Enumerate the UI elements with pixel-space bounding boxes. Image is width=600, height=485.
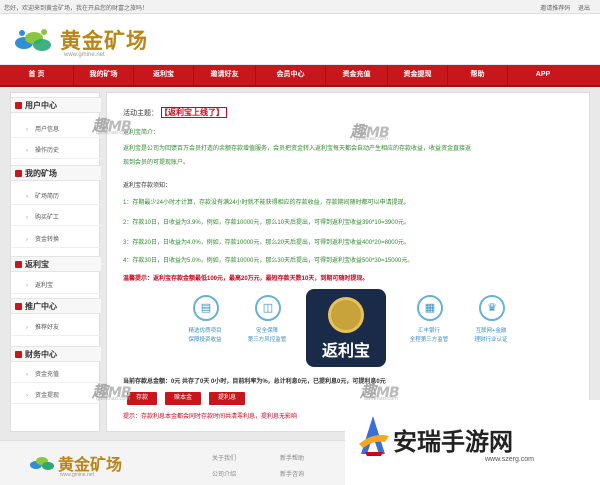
rule-3: 3：存款20日，日收益为4.0%，例如，存款10000元，那么20天后提出，可得…: [123, 240, 410, 246]
logo-url: www.gmine.net: [64, 52, 105, 58]
logo-mark-icon: [15, 29, 51, 51]
rebate-app-icon: 返利宝: [306, 289, 386, 367]
nav-rebate[interactable]: 返利宝: [134, 65, 194, 85]
withdraw-interest-button[interactable]: 提利息: [209, 392, 245, 405]
rule-1: 1：存期最少24小时才计算，存款没有满24小时就不能获得相应的存款收益，存款期间…: [123, 200, 410, 206]
footer-logo: 黄金矿场 www.gmine.net: [28, 449, 148, 481]
top-bar: 您好，欢迎来到黄金矿场，我在开启您的财富之旅吗！ 邀请推荐码 退出: [0, 0, 600, 14]
top-links: 邀请推荐码 退出: [534, 3, 590, 12]
sidebar-section-finance[interactable]: 财务中心: [11, 346, 101, 362]
nav-my-mine[interactable]: 我的矿场: [74, 65, 134, 85]
document-icon: ▤: [193, 295, 219, 321]
sidebar-item-rebate[interactable]: › 返利宝: [11, 279, 101, 294]
logo-name: 黄金矿场: [60, 29, 148, 53]
nav-withdraw[interactable]: 资金提现: [388, 65, 448, 85]
watermark: 趣MB qunehao.com: [92, 116, 132, 136]
sidebar-section-user-center[interactable]: 用户中心: [11, 97, 101, 113]
sidebar: 用户中心 › 用户信息 › 操作历史 我的矿场 › 矿场简历 › 购买矿工 › 资金转换 …: [10, 92, 101, 432]
vr-icon: ◫: [255, 295, 281, 321]
sidebar-item-recommend[interactable]: › 推荐好友: [11, 321, 101, 336]
intro-line-1: 返利宝是公司为回馈百万会员打造的余额存款增值服务，会员把资金转入返利宝每天都会自…: [123, 146, 472, 152]
sidebar-item-buy-miner[interactable]: › 购买矿工: [11, 211, 101, 226]
nav-member-center[interactable]: 会员中心: [256, 65, 326, 85]
rule-4: 4：存款30日，日收益为5.0%，例如，存款10000元，那么30天后提出，可得…: [123, 258, 414, 264]
watermark: 趣MB qunehao.com: [360, 382, 400, 402]
sidebar-item-history[interactable]: › 操作历史: [11, 144, 101, 159]
nav-deposit[interactable]: 资金充值: [326, 65, 388, 85]
topic-highlight: 【返利宝上线了】: [161, 107, 227, 118]
section-bullet-icon: [15, 170, 22, 177]
site-logo[interactable]: 黄金矿场 www.gmine.net: [12, 22, 172, 62]
header: 黄金矿场 www.gmine.net: [0, 14, 600, 64]
sidebar-section-my-mine[interactable]: 我的矿场: [11, 165, 101, 181]
logout-link[interactable]: 退出: [578, 6, 590, 12]
rule-2: 2：存款10日，日收益为3.9%，例如，存款10000元，那么10天后提出，可得…: [123, 220, 410, 226]
sidebar-item-deposit[interactable]: › 资金充值: [11, 368, 101, 383]
bottom-note: 提示：存款利息本金都会同时存款时间共清零利息，提利息无影响: [123, 414, 298, 420]
watermark: 趣MB qunehao.com: [92, 382, 132, 402]
warm-tip: 温馨提示：返利宝存款金额最低100元，最高20万元，最短存款天数10天，到期可随…: [123, 276, 369, 282]
invite-code-link[interactable]: 邀请推荐码: [540, 6, 570, 12]
deposit-button[interactable]: 存款: [127, 392, 157, 405]
section-bullet-icon: [15, 102, 22, 109]
coin-icon: [328, 297, 364, 333]
intro-line-2: 现到会员的可提现账户。: [123, 160, 190, 166]
redeem-principal-button[interactable]: 赎本金: [165, 392, 201, 405]
sidebar-section-promotion[interactable]: 推广中心: [11, 298, 101, 314]
deposit-stats: 当前存款总金额：0元 共存了0天 0小时，目前利率为%，总计利息0元，已提利息0…: [123, 379, 386, 385]
footer-company-link[interactable]: 公司介绍: [212, 469, 236, 478]
rules-label: 返利宝存款须知：: [123, 183, 172, 189]
feature-hsbc: ▦ 汇丰银行 全程第三方监管: [401, 291, 457, 371]
nav-invite[interactable]: 邀请好友: [194, 65, 256, 85]
sidebar-item-withdraw[interactable]: › 资金提现: [11, 389, 101, 404]
feature-security: ◫ 安全保障 第三方风控监管: [239, 291, 295, 371]
bank-icon: ▦: [417, 295, 443, 321]
site-badge-logo-icon: [359, 416, 389, 456]
section-bullet-icon: [15, 351, 22, 358]
sidebar-item-user-info[interactable]: › 用户信息: [11, 123, 101, 138]
feature-quality-projects: ▤ 精选优质项目 保障投资收益: [177, 291, 233, 371]
footer-help-link[interactable]: 新手帮助: [280, 453, 304, 462]
main-nav: 首 页 我的矿场 返利宝 邀请好友 会员中心 资金充值 资金提现 帮助 APP: [0, 65, 600, 87]
footer-about-link[interactable]: 关于我们: [212, 453, 236, 462]
activity-topic: 活动主题： 【返利宝上线了】: [123, 107, 227, 118]
watermark: 趣MB qunehao.com: [350, 122, 390, 142]
feature-certification: ♛ 互联网+金融 理财行业认证: [463, 291, 519, 371]
footer-consult-link[interactable]: 新手咨询: [280, 469, 304, 478]
sidebar-section-rebate[interactable]: 返利宝: [11, 256, 101, 272]
welcome-text: 您好，欢迎来到黄金矿场，我在开启您的财富之旅吗！: [4, 6, 149, 12]
sidebar-item-mine-profile[interactable]: › 矿场简历: [11, 190, 101, 205]
logo-mark-icon: [30, 457, 54, 470]
trophy-icon: ♛: [479, 295, 505, 321]
site-badge: 安瑞手游网 www.szerg.com: [345, 400, 600, 485]
nav-home[interactable]: 首 页: [0, 65, 74, 85]
sidebar-item-fund-transfer[interactable]: › 资金转换: [11, 233, 101, 248]
nav-app[interactable]: APP: [508, 65, 578, 85]
section-bullet-icon: [15, 303, 22, 310]
main-content: 活动主题： 【返利宝上线了】 返利宝简介： 返利宝是公司为回馈百万会员打造的余额存…: [106, 92, 590, 432]
nav-help[interactable]: 帮助: [448, 65, 508, 85]
section-bullet-icon: [15, 261, 22, 268]
